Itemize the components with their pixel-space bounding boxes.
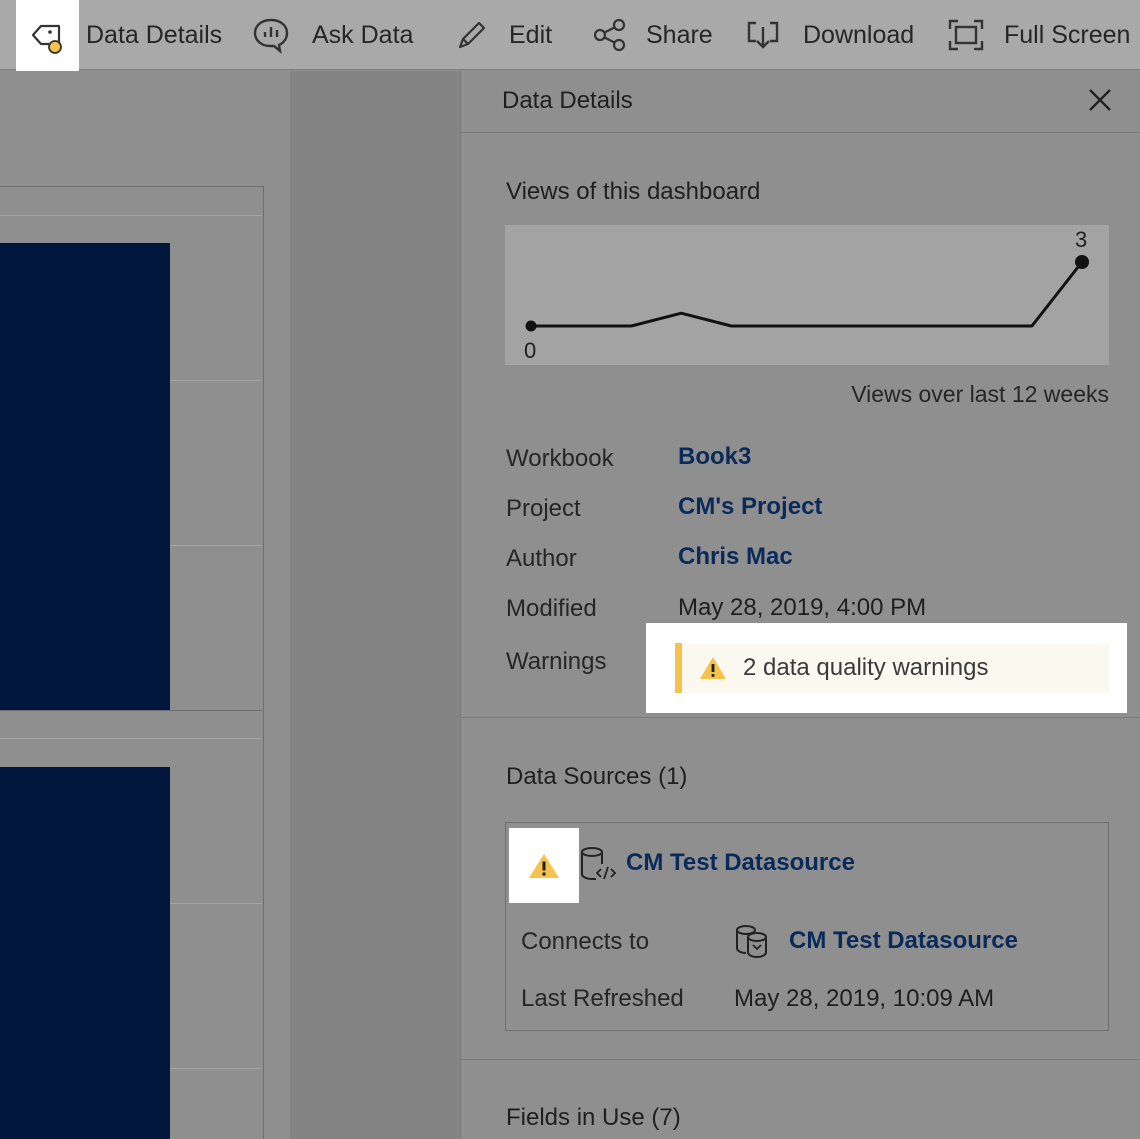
data-details-panel: Data Details Views of this dashboard 3 0…	[460, 71, 1140, 1139]
panel-header: Data Details	[461, 71, 1140, 133]
warning-icon	[700, 657, 726, 679]
dashboard-bar[interactable]	[0, 243, 170, 710]
views-chart: 3 0	[505, 225, 1109, 365]
data-details-icon	[31, 24, 62, 54]
author-link[interactable]: Chris Mac	[678, 543, 793, 571]
views-start-point[interactable]	[525, 320, 537, 332]
workbook-link[interactable]: Book3	[678, 443, 751, 471]
modified-value: May 28, 2019, 4:00 PM	[678, 594, 927, 621]
warnings-label: Warnings	[506, 648, 607, 675]
embedded-datasource-icon	[736, 925, 767, 959]
section-divider	[461, 1059, 1140, 1060]
published-datasource-icon	[581, 847, 617, 880]
last-refreshed-label: Last Refreshed	[521, 985, 684, 1012]
full-screen-button[interactable]: Full Screen	[946, 0, 1130, 70]
full-screen-icon	[948, 19, 984, 51]
connects-to-link[interactable]: CM Test Datasource	[789, 927, 1018, 955]
dashboard-canvas	[0, 71, 290, 1139]
share-button[interactable]: Share	[592, 0, 713, 70]
pencil-icon	[458, 21, 486, 49]
download-icon	[747, 21, 779, 49]
data-source-card: CM Test Datasource Connects to CM Test D…	[505, 822, 1109, 1031]
views-series-line	[531, 261, 1084, 328]
ask-data-icon	[253, 18, 289, 54]
connects-to-label: Connects to	[521, 928, 650, 955]
gridline	[0, 710, 262, 711]
author-label: Author	[506, 545, 577, 572]
close-button[interactable]	[1087, 87, 1113, 113]
dashboard-bar[interactable]	[0, 767, 170, 1139]
gridline	[0, 215, 262, 216]
close-icon	[1089, 89, 1111, 111]
project-label: Project	[506, 495, 581, 522]
views-end-point[interactable]	[1075, 255, 1089, 269]
views-chart-svg: 3 0	[524, 227, 1089, 363]
views-section-title: Views of this dashboard	[506, 178, 761, 205]
panel-title: Data Details	[502, 87, 633, 114]
gridline	[0, 738, 262, 739]
chart-caption: Views over last 12 weeks	[851, 381, 1109, 407]
project-link[interactable]: CM's Project	[678, 493, 822, 521]
modified-label: Modified	[506, 595, 597, 622]
share-icon	[593, 18, 626, 52]
data-details-button[interactable]	[16, 0, 79, 76]
data-source-warning-highlight[interactable]	[509, 828, 579, 903]
data-sources-title: Data Sources (1)	[506, 763, 688, 790]
data-source-link[interactable]: CM Test Datasource	[626, 849, 855, 877]
workbook-label: Workbook	[506, 445, 614, 472]
download-button[interactable]: Download	[745, 0, 914, 70]
warning-icon	[529, 853, 559, 878]
toolbar: Data Details Ask Data Edit Share Downloa…	[0, 0, 1140, 76]
chart-max-label: 3	[1075, 227, 1087, 252]
ask-data-button[interactable]: Ask Data	[250, 0, 413, 70]
last-refreshed-value: May 28, 2019, 10:09 AM	[734, 985, 995, 1012]
warnings-text: 2 data quality warnings	[743, 654, 989, 681]
section-divider	[461, 717, 1140, 718]
dashboard-frame	[0, 186, 264, 1139]
data-quality-warnings-button[interactable]: 2 data quality warnings	[675, 643, 1109, 693]
data-details-label[interactable]: Data Details	[86, 0, 222, 70]
fields-in-use-title: Fields in Use (7)	[506, 1104, 681, 1131]
dashboard-margin	[290, 71, 460, 1139]
edit-button[interactable]: Edit	[455, 0, 552, 70]
chart-min-label: 0	[524, 338, 536, 363]
warnings-highlight: 2 data quality warnings	[646, 623, 1127, 713]
